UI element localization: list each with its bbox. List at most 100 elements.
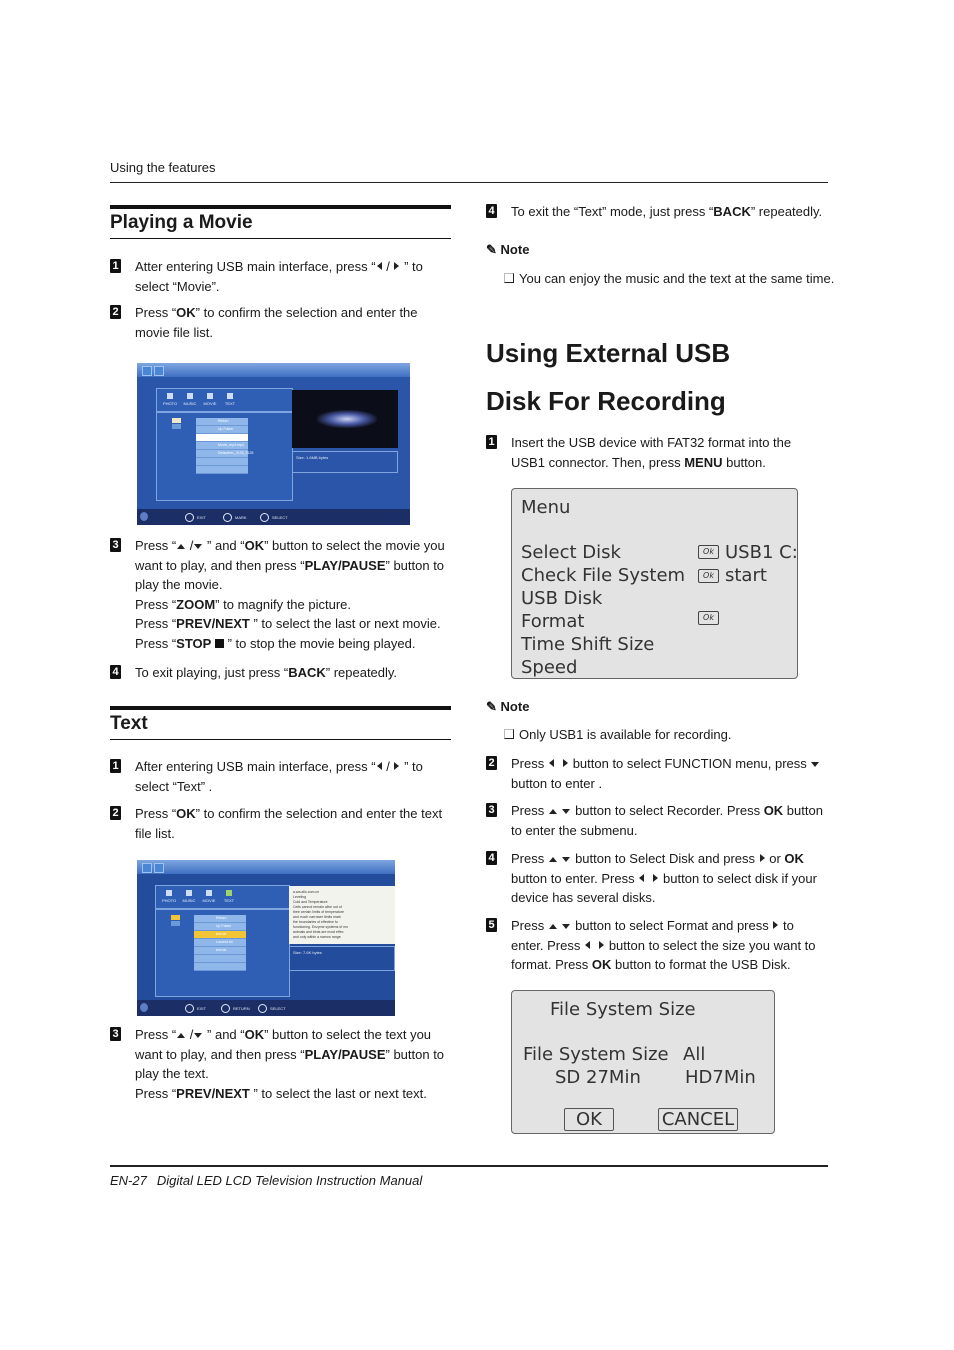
right-arrow-icon (653, 873, 659, 882)
list-item-selected[interactable] (196, 434, 248, 442)
right-arrow-icon (773, 921, 779, 929)
tab-photo[interactable]: PHOTO (163, 393, 177, 406)
rec-step-5: 5 Press button to select Format and pres… (486, 916, 826, 975)
left-arrow-icon (548, 759, 554, 767)
file-info: Size: 1.6MB bytes (292, 451, 398, 473)
drive-icon (172, 424, 181, 429)
pencil-icon: ✎ (486, 699, 497, 714)
tab-music[interactable]: MUSIC (182, 890, 196, 903)
tab-music[interactable]: MUSIC (183, 393, 197, 406)
step-number: 1 (110, 759, 121, 773)
step-number: 1 (486, 435, 497, 449)
tab-text[interactable]: TEXT (222, 890, 236, 903)
up-arrow-icon (548, 857, 557, 862)
file-list: Return Up Folder Movie_mp4.mp4 Defaultre… (196, 418, 253, 474)
list-item[interactable]: Movie_mp4.mp4 (196, 442, 248, 450)
note-item: Only USB1 is available for recording. (504, 726, 824, 744)
stop-icon (214, 638, 224, 648)
rec-step-2: 2 Press button to select FUNCTION menu, … (486, 754, 826, 793)
movie-preview (292, 390, 398, 448)
menu-item-speed[interactable]: Speed (521, 657, 577, 678)
file-list-panel: Return Up Folder text.txt Laurent.txt te… (155, 909, 290, 997)
checkbox-bullet-icon (504, 729, 514, 739)
photo-icon (166, 890, 172, 896)
power-icon (140, 1003, 148, 1012)
tab-photo[interactable]: PHOTO (162, 890, 176, 903)
sd-duration: SD 27Min (555, 1067, 641, 1088)
movie-step-3: 3 Press “ / ” and “OK” button to select … (110, 536, 450, 653)
left-arrow-icon (584, 940, 590, 949)
step-number: 4 (110, 665, 121, 679)
menu-item-select-disk[interactable]: Select Disk (521, 542, 621, 563)
tab-text[interactable]: TEXT (223, 393, 237, 406)
text-step-2: 2 Press “OK” to confirm the selection an… (110, 804, 450, 843)
rec-step-4: 4 Press button to Select Disk and press … (486, 849, 826, 908)
checkbox-bullet-icon (504, 273, 514, 283)
hint-mark: MARK (223, 513, 247, 522)
check-fs-value: start (725, 565, 767, 586)
step-number: 3 (110, 1027, 121, 1041)
hint-exit: EXIT (185, 513, 206, 522)
usb-menu-osd: Menu Select Disk Check File System USB D… (511, 488, 798, 679)
photo-icon (167, 393, 173, 399)
note-item: You can enjoy the music and the text at … (504, 270, 840, 288)
media-tabs: PHOTO MUSIC MOVIE TEXT (155, 885, 290, 909)
ok-button[interactable]: OK (564, 1108, 614, 1131)
updown-icon (260, 513, 269, 522)
usb-icon (142, 863, 152, 873)
hint-select: SELECT (260, 513, 288, 522)
step-number: 3 (110, 538, 121, 552)
step-number: 2 (486, 756, 497, 770)
up-arrow-icon (177, 1033, 186, 1038)
down-arrow-icon (194, 544, 203, 549)
ok-icon (221, 1004, 230, 1013)
menu-item-check-file-system[interactable]: Check File System (521, 565, 685, 586)
pencil-icon: ✎ (486, 242, 497, 257)
list-item[interactable]: Defaultrec_0130_0125 (196, 450, 253, 458)
page-title: Using External USB Disk For Recording (486, 338, 731, 416)
drive-icon (171, 915, 180, 920)
tab-movie[interactable]: MOVIE (202, 890, 216, 903)
ok-badge-icon: Ok (698, 569, 719, 583)
cancel-button[interactable]: CANCEL (658, 1108, 738, 1131)
hint-bar: EXIT MARK SELECT (137, 509, 410, 525)
list-item[interactable]: Laurent.txt (194, 939, 246, 947)
down-arrow-icon (562, 924, 571, 929)
footer: EN-27 Digital LED LCD Television Instruct… (110, 1173, 422, 1188)
list-item[interactable]: text.txt (194, 947, 246, 955)
hint-return: RETURN (221, 1004, 250, 1013)
updown-icon (185, 513, 194, 522)
list-item[interactable]: Up Folder (194, 923, 246, 931)
list-item[interactable]: Return (196, 418, 248, 426)
right-arrow-icon (563, 759, 569, 767)
up-arrow-icon (548, 809, 557, 814)
manual-title: Digital LED LCD Television Instruction M… (156, 1173, 423, 1188)
hd-duration: HD7Min (685, 1067, 756, 1088)
updown-icon (185, 1004, 194, 1013)
page-number: EN-27 (110, 1173, 147, 1188)
rec-step-1: 1 Insert the USB device with FAT32 forma… (486, 433, 816, 472)
folder-icon (154, 863, 164, 873)
menu-item-usb-disk[interactable]: USB Disk (521, 588, 602, 609)
footer-rule (110, 1165, 828, 1167)
menu-item-format[interactable]: Format (521, 611, 584, 632)
up-arrow-icon (177, 544, 186, 549)
list-item[interactable]: Return (194, 915, 246, 923)
tab-movie[interactable]: MOVIE (203, 393, 217, 406)
hint-select: SELECT (258, 1004, 286, 1013)
movie-browser-screenshot: PHOTO MUSIC MOVIE TEXT Return Up Folder … (137, 363, 410, 525)
menu-item-time-shift-size[interactable]: Time Shift Size (521, 634, 654, 655)
ok-badge-icon: Ok (698, 545, 719, 559)
fs-size-value[interactable]: All (683, 1044, 705, 1065)
list-item-selected[interactable]: text.txt (194, 931, 246, 939)
text-icon (226, 890, 232, 896)
step-number: 2 (110, 305, 121, 319)
menu-title: Menu (521, 497, 571, 518)
left-arrow-icon (639, 873, 645, 882)
list-item[interactable]: Up Folder (196, 426, 248, 434)
section-title-playing-movie: Playing a Movie (110, 205, 451, 239)
right-arrow-icon (599, 940, 605, 949)
movie-step-2: 2 Press “OK” to confirm the selection an… (110, 303, 450, 342)
file-info: Size: 7.6K bytes (289, 946, 395, 971)
right-arrow-icon (394, 262, 400, 270)
